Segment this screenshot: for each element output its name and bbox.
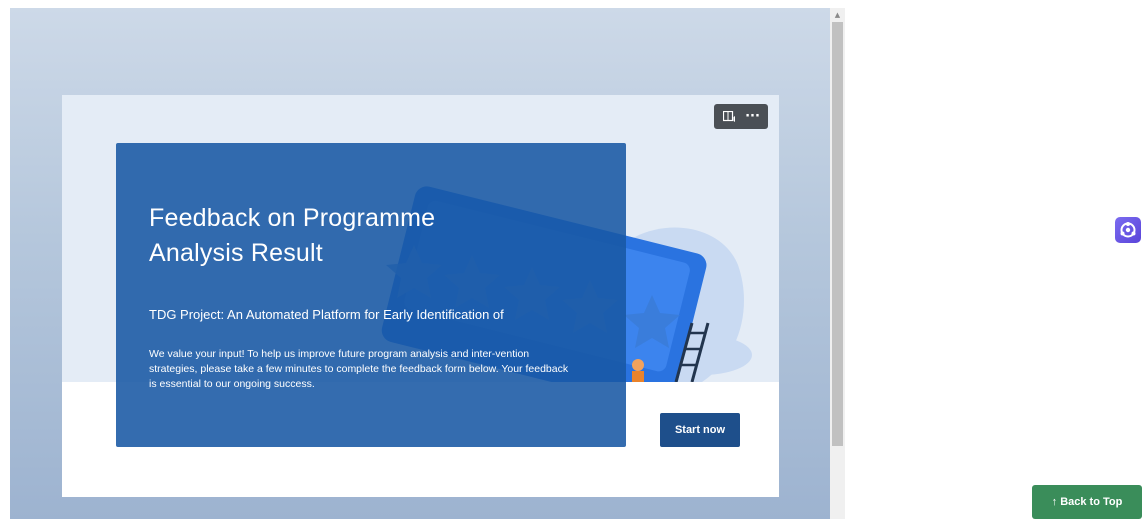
start-now-button[interactable]: Start now [660,413,740,447]
vertical-scrollbar[interactable]: ▲ [830,8,845,519]
form-toolbar: ··· [714,104,768,129]
immersive-reader-icon[interactable] [720,107,740,127]
form-description: We value your input! To help us improve … [149,348,569,390]
more-options-icon[interactable]: ··· [743,107,763,127]
form-subtitle: TDG Project: An Automated Platform for E… [149,307,504,322]
back-to-top-button[interactable]: ↑ Back to Top [1032,485,1142,519]
scroll-up-arrow-icon[interactable]: ▲ [830,8,845,22]
form-cover-card: ··· Feedback on Programme Analysis Resul… [62,95,779,497]
form-preview-frame: ··· Feedback on Programme Analysis Resul… [10,8,830,519]
form-title: Feedback on Programme Analysis Result [149,204,436,267]
assistant-icon[interactable] [1115,217,1141,243]
form-intro-panel: Feedback on Programme Analysis Result TD… [116,143,626,447]
scrollbar-thumb[interactable] [832,22,843,446]
